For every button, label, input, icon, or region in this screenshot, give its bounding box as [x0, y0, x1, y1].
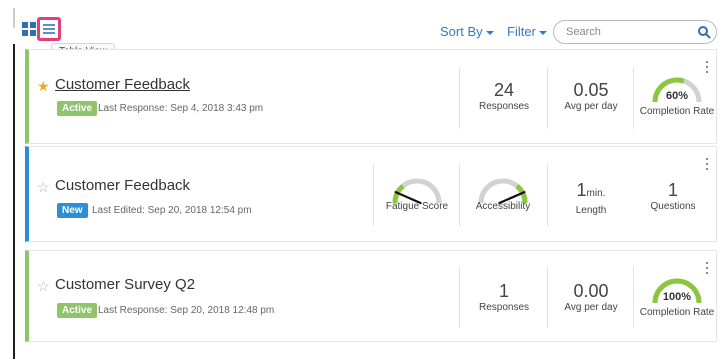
responses-stat: 1 Responses	[464, 281, 544, 313]
filter-dropdown[interactable]: Filter	[507, 24, 547, 39]
questions-label: Questions	[650, 201, 696, 212]
divider	[459, 67, 460, 129]
grid-view-icon[interactable]	[22, 22, 36, 36]
survey-title[interactable]: Customer Survey Q2	[55, 276, 195, 293]
list-view-icon[interactable]	[37, 17, 61, 41]
more-options-icon[interactable]	[705, 61, 709, 73]
status-badge: Active	[57, 101, 98, 116]
completion-label: Completion Rate	[639, 307, 715, 318]
length-number: 1	[576, 180, 587, 200]
last-response-text: Last Response: Sep 20, 2018 12:48 pm	[98, 305, 275, 316]
survey-title[interactable]: Customer Feedback	[55, 177, 190, 194]
responses-label: Responses	[478, 101, 530, 112]
last-edited-text: Last Edited: Sep 20, 2018 12:54 pm	[92, 205, 252, 216]
left-divider-top	[13, 8, 15, 28]
accessibility-label: Accessibility	[475, 201, 531, 212]
divider	[547, 266, 548, 328]
status-badge: New	[57, 203, 88, 218]
divider	[633, 266, 634, 328]
status-badge: Active	[57, 303, 98, 318]
completion-gauge: 100% Completion Rate	[640, 275, 714, 318]
sort-by-dropdown[interactable]: Sort By	[440, 24, 494, 39]
star-icon[interactable]: ☆	[37, 180, 50, 194]
length-unit: min.	[586, 188, 606, 199]
survey-title[interactable]: Customer Feedback	[55, 76, 190, 93]
sort-by-label: Sort By	[440, 24, 483, 39]
responses-label: Responses	[478, 302, 530, 313]
completion-percent: 60%	[665, 90, 689, 102]
chevron-down-icon	[538, 30, 547, 35]
responses-count: 1	[498, 281, 509, 301]
star-icon[interactable]: ☆	[37, 279, 50, 293]
divider	[547, 164, 548, 226]
last-response-text: Last Response: Sep 4, 2018 3:43 pm	[98, 103, 264, 114]
avg-per-day-value: 0.00	[573, 281, 609, 301]
more-options-icon[interactable]	[705, 262, 709, 274]
length-value: 1min.	[551, 180, 631, 204]
fatigue-score-gauge: Fatigue Score	[386, 175, 448, 212]
questions-stat: 1 Questions	[633, 180, 713, 212]
length-label: Length	[575, 205, 607, 216]
questions-count: 1	[667, 180, 678, 200]
length-stat: 1min. Length	[551, 180, 631, 216]
divider	[547, 67, 548, 129]
completion-percent: 100%	[662, 291, 692, 303]
divider	[459, 266, 460, 328]
accessibility-gauge: Accessibility	[475, 175, 531, 212]
divider	[633, 67, 634, 129]
survey-card[interactable]: ☆ Customer Feedback New Last Edited: Sep…	[25, 146, 717, 242]
search-input[interactable]	[553, 20, 717, 44]
search-icon[interactable]	[697, 25, 711, 39]
completion-label: Completion Rate	[639, 106, 715, 117]
divider	[459, 164, 460, 226]
left-divider	[13, 44, 15, 359]
star-icon[interactable]: ★	[37, 79, 50, 93]
chevron-down-icon	[485, 30, 494, 35]
completion-gauge: 60% Completion Rate	[640, 74, 714, 117]
more-options-icon[interactable]	[705, 158, 709, 170]
avg-per-day-value: 0.05	[573, 80, 609, 100]
survey-card[interactable]: ☆ Customer Survey Q2 Active Last Respons…	[25, 250, 717, 342]
responses-stat: 24 Responses	[464, 80, 544, 112]
survey-card[interactable]: ★ Customer Feedback Active Last Response…	[25, 49, 717, 144]
filter-label: Filter	[507, 24, 536, 39]
responses-count: 24	[493, 80, 515, 100]
divider	[373, 164, 374, 226]
